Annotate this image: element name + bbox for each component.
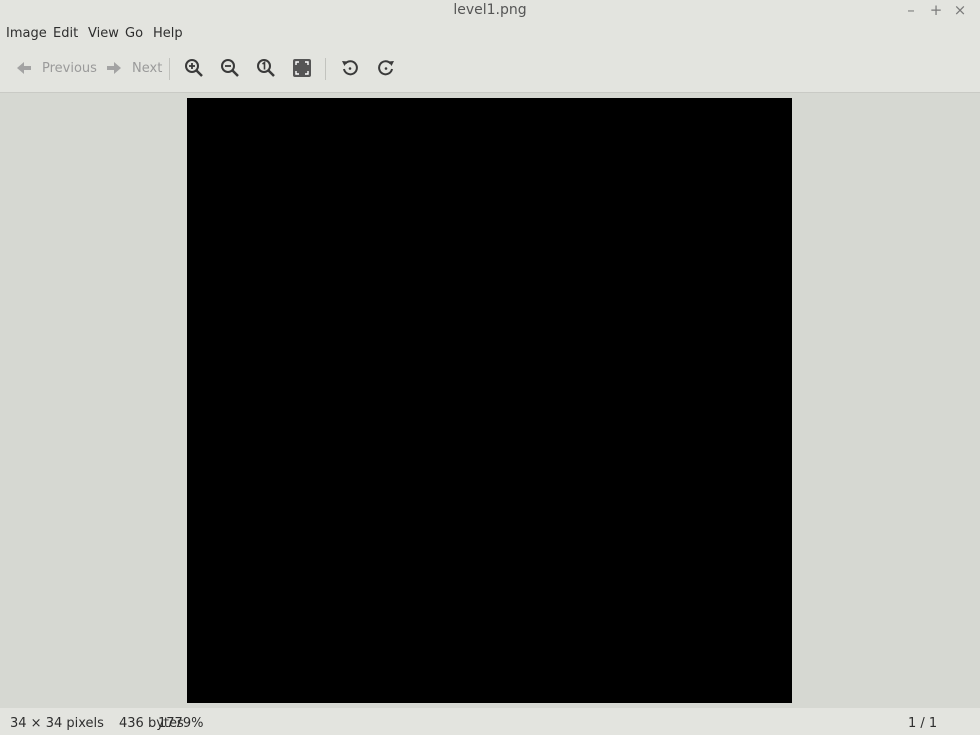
title-bar: level1.png – + × bbox=[0, 0, 980, 22]
close-button[interactable]: × bbox=[952, 1, 968, 19]
window-title: level1.png bbox=[453, 2, 527, 18]
image-dimensions: 34 × 34 pixels bbox=[10, 716, 104, 731]
zoom-original-icon bbox=[257, 59, 275, 77]
zoom-fit-button[interactable] bbox=[292, 56, 312, 80]
arrow-right-icon bbox=[107, 62, 121, 74]
menu-bar: Image Edit View Go Help bbox=[0, 22, 980, 46]
maximize-button[interactable]: + bbox=[928, 1, 944, 19]
menu-go[interactable]: Go bbox=[125, 26, 143, 41]
zoom-out-icon bbox=[221, 59, 239, 77]
zoom-original-button[interactable] bbox=[256, 56, 276, 80]
rotate-left-button[interactable] bbox=[340, 56, 360, 80]
rotate-right-icon bbox=[378, 60, 394, 76]
image-viewport[interactable] bbox=[0, 93, 980, 708]
minimize-button[interactable]: – bbox=[903, 1, 919, 19]
menu-view[interactable]: View bbox=[88, 26, 119, 41]
displayed-image bbox=[187, 98, 792, 703]
previous-button[interactable]: Previous bbox=[14, 56, 97, 80]
menu-edit[interactable]: Edit bbox=[53, 26, 78, 41]
previous-label: Previous bbox=[42, 60, 97, 76]
next-label: Next bbox=[132, 60, 163, 76]
zoom-out-button[interactable] bbox=[220, 56, 240, 80]
next-button[interactable]: Next bbox=[104, 56, 162, 80]
zoom-in-button[interactable] bbox=[184, 56, 204, 80]
zoom-fit-icon bbox=[293, 59, 311, 77]
menu-image[interactable]: Image bbox=[6, 26, 47, 41]
rotate-left-icon bbox=[342, 60, 358, 76]
zoom-level: 1779% bbox=[158, 716, 204, 731]
image-position-counter: 1 / 1 bbox=[908, 716, 938, 731]
toolbar-separator bbox=[325, 58, 326, 80]
menu-help[interactable]: Help bbox=[153, 26, 183, 41]
toolbar: Previous Next bbox=[0, 46, 980, 93]
rotate-right-button[interactable] bbox=[376, 56, 396, 80]
arrow-left-icon bbox=[17, 62, 31, 74]
status-bar: 34 × 34 pixels 436 bytes 1779% 1 / 1 bbox=[0, 708, 980, 735]
zoom-in-icon bbox=[185, 59, 203, 77]
toolbar-separator bbox=[169, 58, 170, 80]
